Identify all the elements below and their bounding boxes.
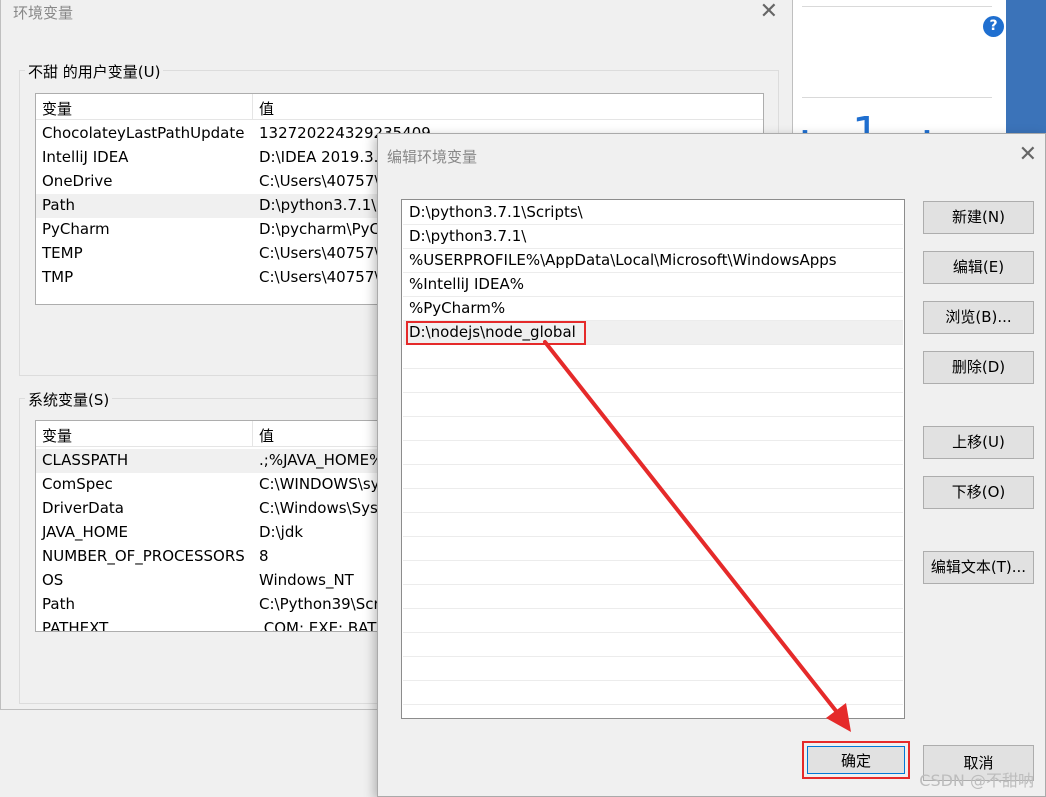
path-entry[interactable]: D:\nodejs\node_global (403, 321, 903, 345)
variable-value-cell: C:\Users\40757\ (259, 244, 380, 262)
browse-button[interactable]: 浏览(B)... (923, 301, 1034, 334)
ok-button[interactable]: 确定 (807, 746, 905, 774)
variable-value-cell: D:\python3.7.1\S (259, 196, 386, 214)
dialog-title: 编辑环境变量 (387, 148, 478, 166)
path-entry-text: %PyCharm% (409, 299, 506, 317)
move-up-button[interactable]: 上移(U) (923, 426, 1034, 459)
path-entry[interactable]: %IntelliJ IDEA% (403, 273, 903, 297)
variable-value-cell: .;%JAVA_HOME% (259, 451, 384, 469)
list-header: 变量 值 (36, 94, 763, 120)
path-entries-list[interactable]: D:\python3.7.1\Scripts\ D:\python3.7.1\ %U… (401, 199, 905, 719)
empty-row[interactable] (403, 345, 903, 369)
variable-name-cell: NUMBER_OF_PROCESSORS (42, 547, 245, 565)
column-separator[interactable] (252, 421, 253, 447)
variable-name-cell: ComSpec (42, 475, 113, 493)
variable-name-cell: PATHEXT (42, 619, 109, 632)
variable-name-cell: ChocolateyLastPathUpdate (42, 124, 245, 142)
path-entry[interactable]: D:\python3.7.1\ (403, 225, 903, 249)
delete-button[interactable]: 删除(D) (923, 351, 1034, 384)
edit-text-button[interactable]: 编辑文本(T)... (923, 551, 1034, 584)
variable-value-cell: D:\pycharm\PyC (259, 220, 380, 238)
divider (802, 97, 992, 98)
path-entry-text: D:\python3.7.1\Scripts\ (409, 203, 583, 221)
variable-value-cell: C:\WINDOWS\sy (259, 475, 380, 493)
empty-row[interactable] (403, 369, 903, 393)
empty-row[interactable] (403, 561, 903, 585)
variable-value-cell: Windows_NT (259, 571, 354, 589)
empty-row[interactable] (403, 489, 903, 513)
column-header-value[interactable]: 值 (259, 98, 274, 119)
variable-name-cell: OneDrive (42, 172, 113, 190)
variable-value-cell: D:\IDEA 2019.3.3\ (259, 148, 393, 166)
column-header-value[interactable]: 值 (259, 425, 274, 446)
empty-row[interactable] (403, 393, 903, 417)
path-entry-text: %USERPROFILE%\AppData\Local\Microsoft\Wi… (409, 251, 837, 269)
path-entry[interactable]: D:\python3.7.1\Scripts\ (403, 201, 903, 225)
empty-row[interactable] (403, 537, 903, 561)
variable-name-cell: Path (42, 595, 75, 613)
column-header-variable[interactable]: 变量 (42, 98, 72, 119)
empty-row[interactable] (403, 609, 903, 633)
new-button[interactable]: 新建(N) (923, 201, 1034, 234)
variable-name-cell: OS (42, 571, 64, 589)
variable-value-cell: C:\Python39\Scr (259, 595, 380, 613)
watermark: CSDN @不甜呐 (919, 771, 1034, 790)
edit-environment-variable-dialog: 编辑环境变量 ✕ D:\python3.7.1\Scripts\ D:\pytho… (377, 133, 1046, 797)
variable-name-cell: TMP (42, 268, 74, 286)
variable-value-cell: C:\Windows\Sys (259, 499, 378, 517)
path-entry[interactable]: %USERPROFILE%\AppData\Local\Microsoft\Wi… (403, 249, 903, 273)
help-icon[interactable]: ? (983, 16, 1004, 37)
empty-row[interactable] (403, 633, 903, 657)
close-icon[interactable]: ✕ (1019, 143, 1037, 167)
variable-name-cell: CLASSPATH (42, 451, 129, 469)
path-entry[interactable]: %PyCharm% (403, 297, 903, 321)
variable-name-cell: Path (42, 196, 75, 214)
dialog-title: 环境变量 (13, 4, 74, 22)
highlight-box (406, 321, 586, 345)
variable-name-cell: IntelliJ IDEA (42, 148, 129, 166)
empty-row[interactable] (403, 465, 903, 489)
empty-row[interactable] (403, 657, 903, 681)
variable-value-cell: 8 (259, 547, 269, 565)
move-down-button[interactable]: 下移(O) (923, 476, 1034, 509)
divider (802, 6, 992, 7)
variable-name-cell: JAVA_HOME (42, 523, 129, 541)
variable-value-cell: D:\jdk (259, 523, 304, 541)
path-entry-text: D:\python3.7.1\ (409, 227, 527, 245)
variable-value-cell: C:\Users\40757\ (259, 172, 380, 190)
variable-name-cell: DriverData (42, 499, 124, 517)
system-variables-label: 系统变量(S) (25, 389, 113, 410)
empty-row[interactable] (403, 681, 903, 705)
path-entry-text: %IntelliJ IDEA% (409, 275, 524, 293)
empty-row[interactable] (403, 417, 903, 441)
user-variables-label: 不甜 的用户变量(U) (25, 61, 164, 82)
variable-value-cell: .COM;.EXE;.BAT; (259, 619, 382, 632)
empty-row[interactable] (403, 441, 903, 465)
column-header-variable[interactable]: 变量 (42, 425, 72, 446)
variable-value-cell: C:\Users\40757\ (259, 268, 380, 286)
variable-name-cell: TEMP (42, 244, 83, 262)
empty-row[interactable] (403, 585, 903, 609)
empty-row[interactable] (403, 513, 903, 537)
close-icon[interactable]: ✕ (760, 0, 778, 24)
variable-name-cell: PyCharm (42, 220, 110, 238)
column-separator[interactable] (252, 94, 253, 120)
ok-button-highlight: 确定 (802, 741, 910, 779)
edit-button[interactable]: 编辑(E) (923, 251, 1034, 284)
